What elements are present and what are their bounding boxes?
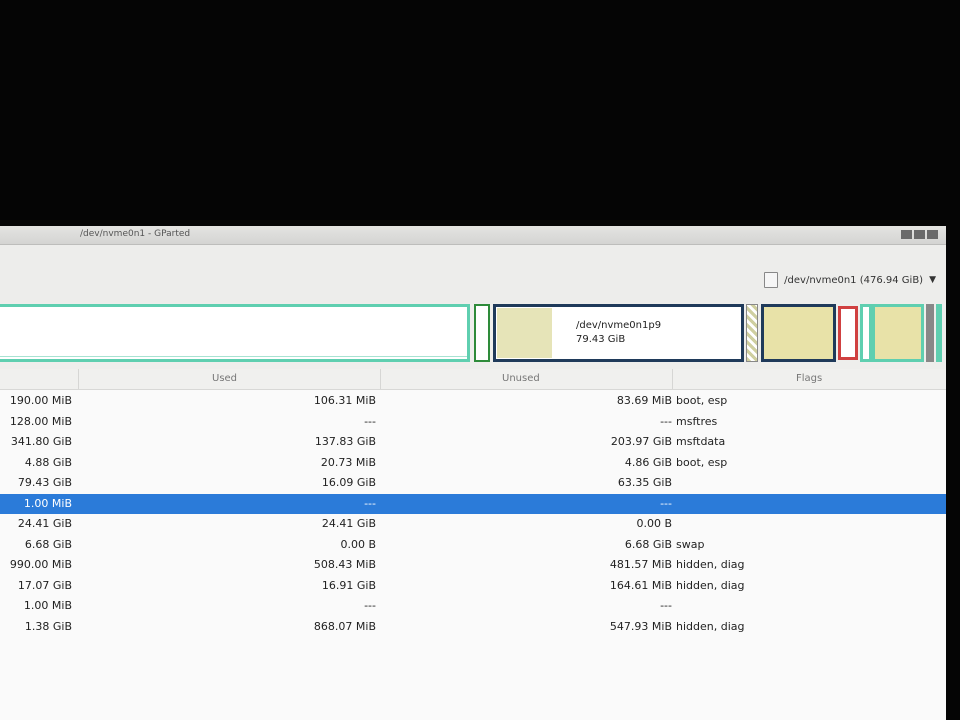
partition-block-unknown[interactable]: [926, 304, 934, 362]
cell-used: 16.91 GiB: [321, 578, 376, 592]
cell-flags: hidden, diag: [676, 578, 745, 592]
table-row[interactable]: 341.80 GiB 137.83 GiB 203.97 GiB msftdata: [0, 432, 946, 452]
close-button[interactable]: [927, 230, 938, 239]
cell-size: 79.43 GiB: [17, 476, 72, 489]
partition-block-name: /dev/nvme0n1p9: [576, 320, 662, 331]
cell-size: 1.00 MiB: [23, 496, 72, 510]
cell-used: 106.31 MiB: [313, 394, 376, 407]
cell-flags: boot, esp: [676, 455, 728, 469]
cell-size: 6.68 GiB: [24, 537, 72, 551]
cell-used: 868.07 MiB: [313, 619, 376, 633]
cell-unused: ---: [660, 414, 672, 428]
cell-flags: hidden, diag: [676, 558, 745, 571]
cell-unused: 83.69 MiB: [616, 394, 672, 407]
cell-used: ---: [364, 414, 376, 428]
cell-unused: 63.35 GiB: [617, 476, 672, 489]
table-row[interactable]: 1.38 GiB 868.07 MiB 547.93 MiB hidden, diag: [0, 617, 946, 637]
minimize-button[interactable]: [901, 230, 912, 239]
partition-block-small[interactable]: [474, 304, 490, 362]
partition-list: Used Unused Flags 190.00 MiB 106.31 MiB 83…: [0, 369, 946, 720]
cell-used: 137.83 GiB: [314, 435, 376, 448]
cell-used: 20.73 MiB: [320, 455, 376, 469]
cell-used: 16.09 GiB: [321, 476, 376, 489]
cell-size: 17.07 GiB: [17, 578, 72, 592]
toolbar: /dev/nvme0n1 (476.94 GiB) ▼: [0, 245, 946, 303]
gparted-window: /dev/nvme0n1 - GParted /dev/nvme0n1 (476…: [0, 226, 946, 720]
cell-size: 24.41 GiB: [17, 517, 72, 530]
partition-block-label: /dev/nvme0n1p9 79.43 GiB: [576, 319, 661, 347]
table-row[interactable]: 6.68 GiB 0.00 B 6.68 GiB swap: [0, 535, 946, 555]
table-row[interactable]: 1.00 MiB --- ---: [0, 596, 946, 616]
cell-size: 128.00 MiB: [9, 414, 72, 428]
column-used[interactable]: Used: [212, 373, 237, 384]
device-label: /dev/nvme0n1 (476.94 GiB): [784, 274, 924, 286]
used-space-fill: [497, 308, 552, 358]
partition-block-ntfs-small[interactable]: [860, 304, 872, 362]
partition-block-unallocated[interactable]: [746, 304, 758, 362]
table-row[interactable]: 1.00 MiB --- ---: [0, 493, 946, 514]
cell-used: 508.43 MiB: [313, 558, 376, 571]
cell-unused: 547.93 MiB: [609, 619, 672, 633]
partition-block-selected[interactable]: /dev/nvme0n1p9 79.43 GiB: [493, 304, 744, 362]
table-row[interactable]: 128.00 MiB --- --- msftres: [0, 412, 946, 432]
cell-flags: hidden, diag: [676, 619, 745, 633]
window-title: /dev/nvme0n1 - GParted: [80, 229, 191, 239]
cell-unused: ---: [660, 496, 672, 510]
cell-unused: 6.68 GiB: [624, 537, 672, 551]
table-row[interactable]: 79.43 GiB 16.09 GiB 63.35 GiB: [0, 473, 946, 493]
cell-size: 990.00 MiB: [9, 558, 72, 571]
cell-size: 4.88 GiB: [24, 455, 72, 469]
chevron-down-icon: ▼: [929, 275, 936, 285]
table-row[interactable]: 4.88 GiB 20.73 MiB 4.86 GiB boot, esp: [0, 453, 946, 473]
cell-unused: ---: [660, 599, 672, 612]
cell-unused: 0.00 B: [636, 517, 672, 530]
cell-unused: 481.57 MiB: [609, 558, 672, 571]
column-unused[interactable]: Unused: [502, 373, 540, 384]
partition-block-swap[interactable]: [838, 306, 858, 360]
window-controls: [901, 230, 938, 239]
cell-size: 190.00 MiB: [9, 394, 72, 407]
disk-icon: [764, 272, 779, 288]
cell-unused: 164.61 MiB: [609, 578, 672, 592]
cell-flags: boot, esp: [676, 394, 728, 407]
table-row[interactable]: 24.41 GiB 24.41 GiB 0.00 B: [0, 514, 946, 534]
cell-used: 24.41 GiB: [321, 517, 376, 530]
table-row[interactable]: 17.07 GiB 16.91 GiB 164.61 MiB hidden, diag: [0, 576, 946, 596]
partition-block-msftdata[interactable]: [0, 304, 470, 362]
cell-flags: msftres: [676, 414, 718, 428]
partition-block-size: 79.43 GiB: [576, 334, 626, 345]
partition-map: /dev/nvme0n1p9 79.43 GiB: [0, 304, 946, 364]
table-row[interactable]: 190.00 MiB 106.31 MiB 83.69 MiB boot, esp: [0, 391, 946, 411]
cell-unused: 203.97 GiB: [610, 435, 672, 448]
title-bar: /dev/nvme0n1 - GParted: [0, 226, 946, 245]
cell-used: ---: [364, 496, 376, 510]
cell-used: ---: [364, 599, 376, 612]
partition-block-last[interactable]: [936, 304, 942, 362]
cell-size: 1.00 MiB: [23, 599, 72, 612]
cell-unused: 4.86 GiB: [624, 455, 672, 469]
list-header: Used Unused Flags: [0, 369, 946, 390]
column-flags[interactable]: Flags: [796, 373, 822, 384]
maximize-button[interactable]: [914, 230, 925, 239]
table-row[interactable]: 990.00 MiB 508.43 MiB 481.57 MiB hidden, di…: [0, 555, 946, 575]
cell-size: 1.38 GiB: [24, 619, 72, 633]
cell-used: 0.00 B: [340, 537, 376, 551]
partition-block-ext4[interactable]: [761, 304, 836, 362]
cell-flags: msftdata: [676, 435, 726, 448]
cell-size: 341.80 GiB: [10, 435, 72, 448]
device-selector[interactable]: /dev/nvme0n1 (476.94 GiB) ▼: [764, 272, 936, 288]
partition-block-ntfs[interactable]: [872, 304, 924, 362]
cell-flags: swap: [676, 537, 705, 551]
